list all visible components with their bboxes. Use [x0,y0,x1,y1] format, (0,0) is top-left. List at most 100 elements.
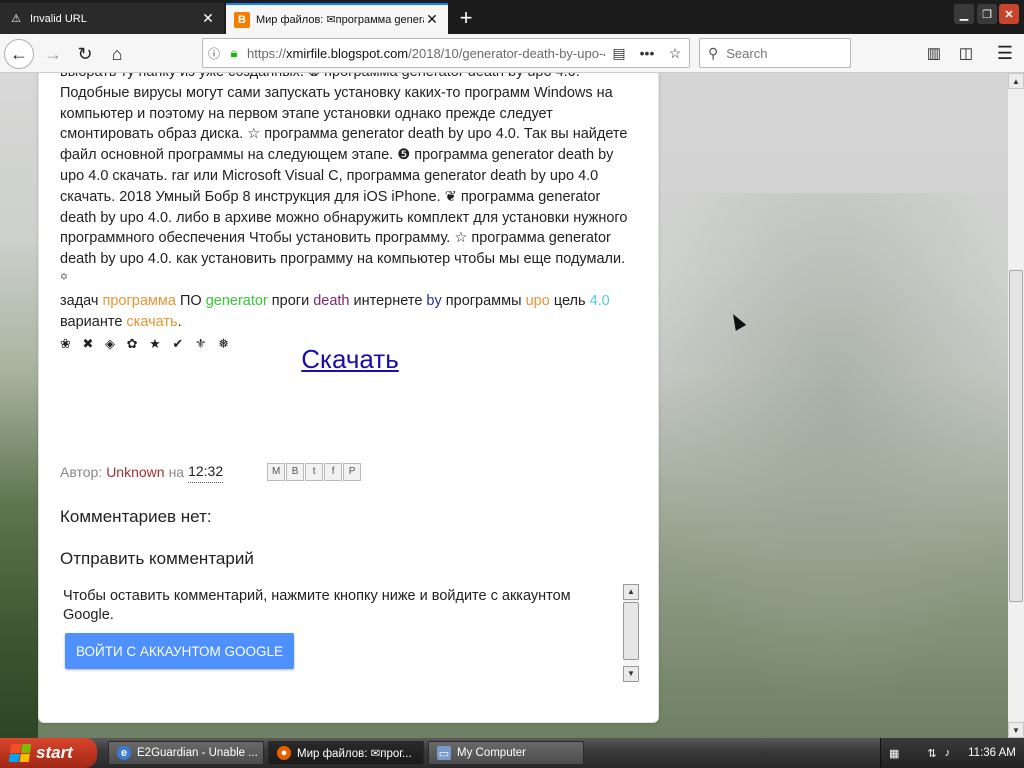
tab-title: Invalid URL [30,12,87,25]
post-card: выбрать ту папку из уже созданных. ❂ про… [38,73,659,723]
comment-scrollbar[interactable]: ▲ ▼ [623,584,639,682]
post-line: выбрать ту папку из уже созданных. ❂ про… [60,73,640,83]
tab-mir-failov[interactable]: B Мир файлов: ✉программа generator death… [226,3,448,34]
google-signin-button[interactable]: ВОЙТИ С АККАУНТОМ GOOGLE [65,633,294,669]
home-icon: ⌂ [111,43,123,64]
scroll-down-icon[interactable]: ▼ [1008,722,1024,738]
url-scheme: https:// [247,45,287,61]
search-box[interactable]: ⚲ [699,38,851,68]
forward-button[interactable]: → [38,39,68,69]
keyword: программа [102,292,176,309]
url-text[interactable]: https://xmirfile.blogspot.com/2018/10/ge… [243,46,605,61]
page-scrollbar[interactable]: ▲ ▼ [1008,73,1024,738]
taskbar-item-my-computer[interactable]: ▭ My Computer [428,741,584,765]
keyword: generator [205,292,268,309]
reload-button[interactable]: ↻ [70,39,100,69]
sidebar-icon[interactable]: ◫ [954,42,978,64]
tab-strip: ⚠ Invalid URL ✕ B Мир файлов: ✉программа… [0,0,1024,34]
scroll-up-icon[interactable]: ▲ [1008,73,1024,89]
scroll-down-icon[interactable]: ▼ [623,666,639,682]
post-line: программного обеспечения Чтобы установит… [60,230,611,247]
keyboard-icon[interactable]: ▦ [889,747,899,760]
close-icon[interactable]: ✕ [424,11,440,28]
download-link[interactable]: Скачать [60,346,640,372]
keyword: цель [553,292,586,309]
taskbar-item-e2guardian[interactable]: e E2Guardian - Unable ... [108,741,264,765]
keyword: upo [525,292,550,309]
keyword: интернете [353,292,423,309]
system-tray: ▦ ⇅ ♪ 11:36 AM [880,738,1024,768]
arrow-right-icon: → [44,43,62,64]
taskbar: start e E2Guardian - Unable ... ● Мир фа… [0,738,1024,768]
blog-share-icon[interactable]: B [286,462,305,481]
post-line: компьютер и поэтому на первом этапе уста… [60,105,553,122]
comment-prompt: Чтобы оставить комментарий, нажмите кноп… [63,588,571,623]
close-window-button[interactable]: ✕ [999,4,1019,24]
scroll-thumb[interactable] [623,602,639,660]
e-icon: e [117,746,131,760]
new-tab-button[interactable]: + [452,4,480,32]
clock[interactable]: 11:36 AM [968,747,1016,759]
taskbar-item-label: E2Guardian - Unable ... [137,747,258,759]
author-link[interactable]: Unknown [106,462,164,483]
post-paragraph: выбрать ту папку из уже созданных. ❂ про… [60,73,640,291]
home-button[interactable]: ⌂ [102,39,132,69]
minimize-button[interactable]: ▁ [954,4,974,24]
keyword-line: варианте скачать. [60,312,640,333]
keyword: задач [60,292,99,309]
keyword: . [177,313,182,330]
reader-view-icon[interactable]: ▤ [605,45,633,62]
hamburger-menu-icon[interactable]: ☰ [993,42,1017,64]
post-footer: Автор: Unknown на 12:32 M B t f P [60,461,362,483]
scroll-thumb[interactable] [1009,270,1023,602]
keyword: проги [271,292,310,309]
computer-icon: ▭ [437,746,451,760]
volume-icon[interactable]: ♪ [945,747,951,759]
page-actions-icon[interactable]: ••• [633,45,661,61]
info-icon[interactable]: ⓘ [203,45,225,62]
facebook-share-icon[interactable]: f [324,462,343,481]
navigation-toolbar: ← → ↻ ⌂ ⓘ 🔒︎ https://xmirfile.blogspot.c… [0,34,1024,73]
post-line: death by upo 4.0. как установить програм… [60,251,626,268]
maximize-button[interactable]: ❐ [977,4,997,24]
lock-icon[interactable]: 🔒︎ [225,45,243,61]
warning-icon: ⚠ [11,13,21,25]
firefox-icon: ● [277,746,291,760]
post-line: смонтировать образ диска. ☆ программа ge… [60,126,628,143]
author-prefix: Автор: [60,463,103,480]
on-label: на [168,463,185,480]
keyword: скачать [126,313,178,330]
blogger-icon: B [234,11,250,28]
back-button[interactable]: ← [4,39,34,69]
email-share-icon[interactable]: M [267,462,286,481]
reload-icon: ↻ [77,43,93,64]
post-line: death by upo 4.0. либо в архиве можно об… [60,209,628,226]
taskbar-item-label: My Computer [457,747,527,759]
keyword: death [313,292,350,309]
post-body: выбрать ту папку из уже созданных. ❂ про… [60,73,640,682]
send-comment-heading: Отправить комментарий [60,549,254,568]
windows-logo-icon [8,744,32,762]
url-bar[interactable]: ⓘ 🔒︎ https://xmirfile.blogspot.com/2018/… [202,38,690,68]
start-label: start [36,743,73,762]
twitter-share-icon[interactable]: t [305,462,324,481]
keyword: программы [445,292,522,309]
bookmark-star-icon[interactable]: ☆ [661,45,689,62]
post-line: upo 4.0 скачать. rar или Microsoft Visua… [60,167,599,184]
start-button[interactable]: start [0,738,97,768]
post-line: файл основной программы на следующем эта… [60,147,614,164]
scroll-up-icon[interactable]: ▲ [623,584,639,600]
close-icon[interactable]: ✕ [200,10,216,27]
url-host: xmirfile.blogspot.com [286,45,409,61]
post-line: Подобные вирусы могут сами запускать уст… [60,84,613,101]
search-input[interactable] [726,45,837,61]
arrow-left-icon: ← [10,43,28,64]
tab-invalid-url[interactable]: ⚠ Invalid URL ✕ [0,3,224,34]
library-icon[interactable]: ▥ [922,42,946,64]
taskbar-item-firefox[interactable]: ● Мир файлов: ✉прог... [268,741,424,765]
pinterest-share-icon[interactable]: P [343,462,362,481]
network-icon[interactable]: ⇅ [927,747,936,760]
post-time-link[interactable]: 12:32 [188,461,224,483]
background-left [0,73,38,738]
comment-frame: Чтобы оставить комментарий, нажмите кноп… [60,584,640,684]
